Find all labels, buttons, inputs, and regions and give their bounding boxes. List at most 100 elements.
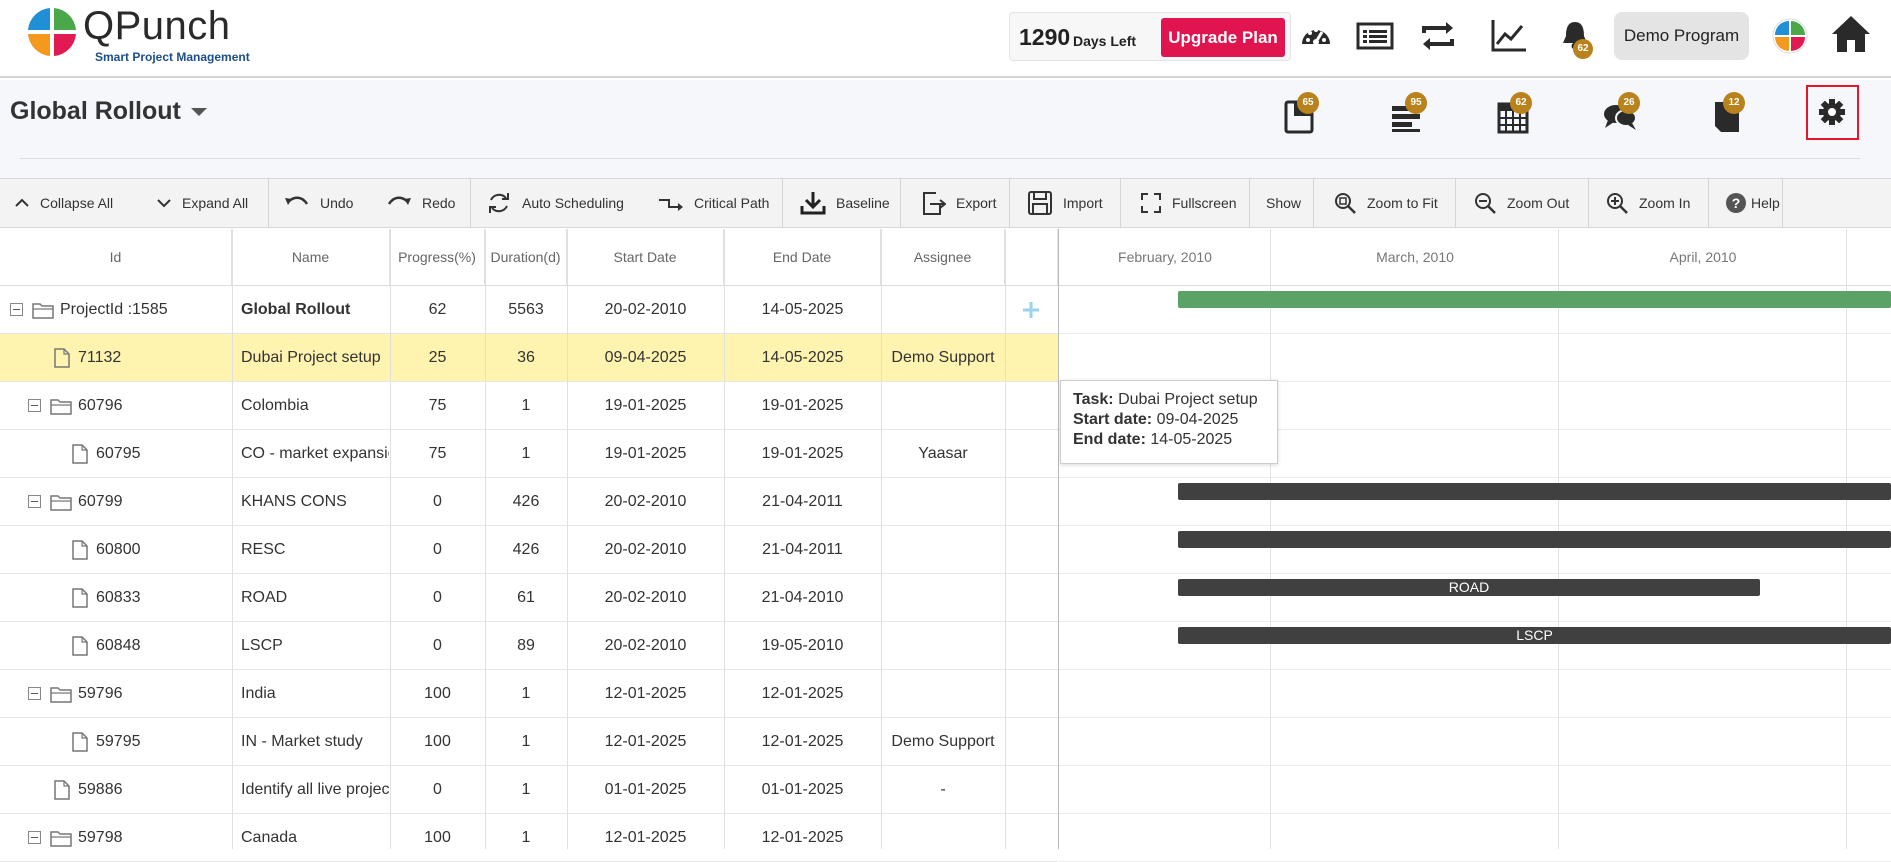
expand-all-button[interactable]: Expand All [156, 178, 248, 228]
baseline-button[interactable]: Baseline [800, 178, 890, 228]
gantt-bar-road[interactable]: ROAD [1178, 579, 1760, 596]
cell-name: Global Rollout [241, 301, 351, 318]
gantt-bar-global-rollout[interactable] [1178, 291, 1891, 308]
import-button[interactable]: Import [1027, 178, 1103, 228]
gantt-row[interactable] [1059, 766, 1891, 814]
cell-duration: 89 [517, 637, 535, 654]
auto-scheduling-button[interactable]: Auto Scheduling [486, 178, 624, 228]
project-dropdown-chevron-icon[interactable] [191, 108, 207, 116]
toolbar-divider [1120, 178, 1121, 228]
save-icon [1028, 191, 1052, 215]
column-header-name[interactable]: Name [232, 229, 390, 286]
cell-duration: 1 [521, 829, 531, 846]
gantt-row[interactable] [1059, 670, 1891, 718]
cell-start-date: 09-04-2025 [604, 349, 687, 366]
column-header-duration[interactable]: Duration(d) [485, 229, 567, 286]
cell-progress: 0 [433, 493, 442, 510]
toolbar-divider [1588, 178, 1589, 228]
cell-duration: 426 [512, 541, 540, 558]
gantt-row[interactable] [1059, 718, 1891, 766]
export-label: Export [956, 195, 997, 211]
program-selector-button[interactable]: Demo Program [1614, 12, 1749, 60]
sync-icon[interactable] [1418, 16, 1458, 56]
column-header-assignee[interactable]: Assignee [881, 229, 1005, 286]
column-header-progress[interactable]: Progress(%) [390, 229, 485, 286]
fullscreen-label: Fullscreen [1172, 195, 1237, 211]
tooltip-task-label: Task: [1073, 391, 1114, 408]
user-avatar-logo[interactable] [1770, 16, 1810, 56]
list-view-icon[interactable] [1355, 16, 1395, 56]
fullscreen-icon [1141, 193, 1161, 213]
show-button[interactable]: Show [1266, 178, 1301, 228]
zoom-out-button[interactable]: Zoom Out [1473, 178, 1569, 228]
help-button[interactable]: ? Help [1725, 178, 1780, 228]
cell-duration: 426 [512, 493, 540, 510]
folder-icon [50, 831, 72, 847]
collapse-toggle-icon[interactable] [28, 399, 41, 412]
home-icon[interactable] [1829, 12, 1873, 56]
column-header-end-date[interactable]: End Date [724, 229, 881, 286]
column-divider [390, 229, 391, 849]
toolbar-divider [1782, 178, 1783, 228]
cell-name: Dubai Project setup [241, 349, 381, 366]
chevron-up-icon [15, 198, 29, 207]
toolbar-divider [782, 178, 783, 228]
cell-progress: 100 [424, 733, 451, 750]
tooltip-start-value: 09-04-2025 [1156, 411, 1239, 428]
collapse-all-button[interactable]: Collapse All [14, 178, 113, 228]
timeline-month-header: February, 2010 [1118, 249, 1212, 265]
zoom-to-fit-button[interactable]: Zoom to Fit [1333, 178, 1438, 228]
download-icon [800, 192, 826, 215]
brand-name: QPunch [83, 4, 231, 48]
zoom-out-icon [1475, 193, 1496, 214]
cell-progress: 75 [428, 445, 447, 462]
zoom-in-button[interactable]: Zoom In [1605, 178, 1690, 228]
cell-end-date: 19-01-2025 [761, 397, 844, 414]
collapse-toggle-icon[interactable] [28, 687, 41, 700]
qpunch-logo[interactable] [24, 6, 80, 58]
cell-start-date: 01-01-2025 [604, 781, 687, 798]
cell-name: CO - market expansion [241, 445, 389, 462]
column-header-start-date[interactable]: Start Date [567, 229, 724, 286]
file-icon [54, 348, 70, 368]
cell-name: Identify all live projects [241, 781, 389, 798]
show-label: Show [1266, 195, 1302, 211]
gantt-bar-lscp[interactable]: LSCP [1178, 627, 1891, 644]
gear-icon[interactable] [1812, 92, 1852, 132]
collapse-toggle-icon[interactable] [10, 303, 23, 316]
redo-button[interactable]: Redo [386, 178, 455, 228]
critical-path-button[interactable]: Critical Path [658, 178, 769, 228]
gantt-row[interactable] [1059, 334, 1891, 382]
upgrade-plan-button[interactable]: Upgrade Plan [1161, 18, 1285, 57]
cell-assignee [881, 574, 1005, 622]
dashboard-gauge-icon[interactable] [1296, 16, 1336, 56]
gantt-bar-khans-cons[interactable] [1178, 483, 1891, 500]
cell-id: 59886 [78, 781, 123, 798]
redo-label: Redo [422, 195, 456, 211]
cell-assignee: Demo Support [891, 733, 995, 750]
cell-start-date: 12-01-2025 [604, 733, 687, 750]
export-button[interactable]: Export [920, 178, 996, 228]
gantt-row[interactable] [1059, 814, 1891, 862]
undo-button[interactable]: Undo [284, 178, 353, 228]
collapse-all-label: Collapse All [40, 195, 114, 211]
refresh-icon [489, 193, 509, 213]
cell-name: LSCP [241, 637, 283, 654]
cell-progress: 25 [428, 349, 447, 366]
file-icon [72, 732, 88, 752]
cell-id: 60800 [96, 541, 141, 558]
add-task-plus-icon[interactable] [1022, 301, 1040, 319]
column-header-id[interactable]: Id [0, 229, 232, 286]
list-count-badge: 95 [1405, 92, 1427, 114]
collapse-toggle-icon[interactable] [28, 495, 41, 508]
column-divider [724, 229, 725, 849]
cell-start-date: 12-01-2025 [604, 685, 687, 702]
analytics-chart-icon[interactable] [1489, 16, 1529, 56]
critical-path-icon [659, 199, 683, 211]
fullscreen-button[interactable]: Fullscreen [1140, 178, 1237, 228]
collapse-toggle-icon[interactable] [28, 831, 41, 844]
notifications-badge: 62 [1573, 39, 1593, 59]
redo-icon [387, 196, 411, 205]
gantt-bar-resc[interactable] [1178, 531, 1891, 548]
cell-progress: 0 [433, 589, 442, 606]
